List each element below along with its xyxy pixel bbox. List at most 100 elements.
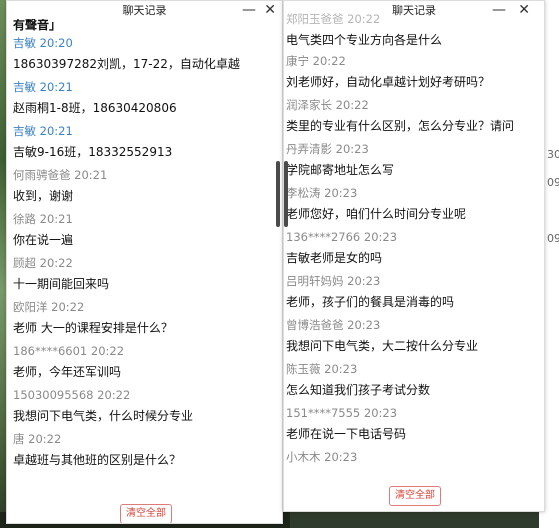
message-time: 20:22: [90, 344, 125, 358]
message-meta: 吉敏 20:21: [13, 121, 276, 141]
message-sender: 陈玉薇: [286, 362, 321, 376]
message-text: 赵雨桐1-8班，18630420806: [13, 101, 177, 115]
message-time: 20:21: [39, 212, 73, 226]
message-time: 20:22: [335, 98, 369, 112]
message-meta: 136****2766 20:23: [286, 227, 538, 247]
message-sender: 15030095568: [13, 388, 94, 402]
message-sender: 唐: [13, 432, 25, 446]
message-time: 20:23: [347, 274, 381, 288]
message-item: 丹弄清影 20:23 学院邮寄地址怎么写: [286, 139, 538, 183]
scrollbar-thumb[interactable]: [284, 161, 288, 227]
message-time: 20:22: [28, 432, 62, 446]
message-sender: 顾超: [13, 256, 36, 270]
message-time: 20:22: [51, 300, 85, 314]
window-titlebar[interactable]: 聊天记录 — ✕: [7, 1, 282, 21]
minimize-button[interactable]: —: [242, 1, 256, 19]
message-time: 20:23: [363, 406, 398, 420]
window-title: 聊天记录: [122, 4, 167, 17]
message-time: 20:22: [97, 388, 131, 402]
message-text: 电气类四个专业方向各是什么: [286, 33, 443, 47]
message-meta: 小木木 20:23: [286, 447, 538, 467]
message-text: 老师您好，咱们什么时间分专业呢: [286, 207, 467, 221]
message-item: 151****7555 20:23 老师在说一下电话号码: [286, 403, 538, 447]
message-meta: 唐 20:22: [13, 429, 276, 449]
message-time: 20:20: [39, 36, 73, 50]
message-time: 20:23: [324, 362, 358, 376]
message-time: 20:21: [74, 168, 108, 182]
message-meta: 吕明轩妈妈 20:23: [286, 271, 538, 291]
clear-all-button[interactable]: 清空全部: [120, 504, 172, 523]
message-meta: 何雨骋爸爸 20:21: [13, 165, 276, 185]
message-item: 欧阳洋 20:22 老师 大一的课程安排是什么？: [13, 297, 276, 341]
message-list: 有聲音」 吉敏 20:20 18630397282刘凯，17-22，自动化卓越 吉敏…: [13, 19, 276, 473]
chat-history-window-right: 聊天记录 — ✕ 郑阳玉爸爸 20:22 电气类四个专业方向各是什么 康宁 20…: [283, 0, 545, 512]
message-text: 刘老师好，自动化卓越计划好考研吗？: [286, 75, 491, 89]
message-meta: 润泽家长 20:22: [286, 95, 538, 115]
message-sender: 151****7555: [286, 406, 361, 420]
message-item: 吉敏 20:21 吉敏9-16班，18332552913: [13, 121, 276, 165]
message-item: 小木木 20:23: [286, 447, 538, 491]
message-item: 康宁 20:22 刘老师好，自动化卓越计划好考研吗？: [286, 51, 538, 95]
message-item: 陈玉薇 20:23 怎么知道我们孩子考试分数: [286, 359, 538, 403]
message-text: 你在说一遍: [13, 233, 74, 247]
message-text: 类里的专业有什么区别，怎么分专业？请问: [286, 119, 515, 133]
message-item: 润泽家长 20:22 类里的专业有什么区别，怎么分专业？请问: [286, 95, 538, 139]
clear-all-button[interactable]: 清空全部: [389, 486, 441, 506]
message-text: 收到，谢谢: [13, 189, 74, 203]
message-item: 136****2766 20:23 吉敏老师是女的吗: [286, 227, 538, 271]
message-item: 186****6601 20:22 老师，今年还军训吗: [13, 341, 276, 385]
message-meta: 151****7555 20:23: [286, 403, 538, 423]
message-meta: 曾博浩爸爸 20:23: [286, 315, 538, 335]
message-text: 老师 大一的课程安排是什么？: [13, 321, 173, 335]
message-item: 唐 20:22 卓越班与其他班的区别是什么？: [13, 429, 276, 473]
message-meta: 欧阳洋 20:22: [13, 297, 276, 317]
message-item: 吉敏 20:20 18630397282刘凯，17-22，自动化卓越: [13, 33, 276, 77]
message-item: 15030095568 20:22 我想问下电气类，什么时候分专业: [13, 385, 276, 429]
message-sender: 吕明轩妈妈: [286, 274, 344, 288]
message-text: 十一期间能回来吗: [13, 277, 110, 291]
message-meta-partial: 郑阳玉爸爸 20:22: [286, 12, 381, 26]
message-text: 怎么知道我们孩子考试分数: [286, 383, 431, 397]
message-item: 何雨骋爸爸 20:21 收到，谢谢: [13, 165, 276, 209]
message-sender: 吉敏: [13, 36, 36, 50]
message-text-partial: 有聲音」: [13, 19, 62, 32]
message-text: 吉敏老师是女的吗: [286, 251, 383, 265]
message-list: 郑阳玉爸爸 20:22 电气类四个专业方向各是什么 康宁 20:22 刘老师好，自…: [286, 9, 538, 491]
message-text: 18630397282刘凯，17-22，自动化卓越: [13, 57, 240, 71]
message-sender: 康宁: [286, 54, 309, 68]
message-meta: 李松涛 20:23: [286, 183, 538, 203]
message-text: 我想问下电气类，什么时候分专业: [13, 409, 194, 423]
message-item: 吉敏 20:21 赵雨桐1-8班，18630420806: [13, 77, 276, 121]
message-sender: 136****2766: [286, 230, 361, 244]
background-edge-text: 30: [547, 148, 559, 161]
message-sender: 欧阳洋: [13, 300, 48, 314]
message-text: 老师，孩子们的餐具是消毒的吗: [286, 295, 455, 309]
message-meta: 顾超 20:22: [13, 253, 276, 273]
message-text: 老师在说一下电话号码: [286, 427, 407, 441]
message-time: 20:23: [324, 186, 358, 200]
message-sender: 润泽家长: [286, 98, 332, 112]
message-item: 曾博浩爸爸 20:23 我想问下电气类，大二按什么分专业: [286, 315, 538, 359]
message-sender: 吉敏: [13, 124, 36, 138]
message-time: 20:23: [335, 142, 369, 156]
message-meta: 丹弄清影 20:23: [286, 139, 538, 159]
close-button[interactable]: ✕: [264, 1, 276, 19]
background-edge-text: 09: [547, 232, 559, 245]
message-sender: 徐路: [13, 212, 36, 226]
message-sender: 何雨骋爸爸: [13, 168, 71, 182]
message-sender: 李松涛: [286, 186, 321, 200]
chat-history-window-left: 聊天记录 — ✕ 有聲音」 吉敏 20:20 18630397282刘凯，17-2…: [6, 0, 283, 524]
message-item: 吕明轩妈妈 20:23 老师，孩子们的餐具是消毒的吗: [286, 271, 538, 315]
message-meta: 吉敏 20:21: [13, 77, 276, 97]
message-text: 卓越班与其他班的区别是什么？: [13, 453, 182, 467]
message-meta: 陈玉薇 20:23: [286, 359, 538, 379]
message-meta: 186****6601 20:22: [13, 341, 276, 361]
message-meta: 康宁 20:22: [286, 51, 538, 71]
message-time: 20:23: [363, 230, 398, 244]
message-item: 顾超 20:22 十一期间能回来吗: [13, 253, 276, 297]
message-time: 20:23: [324, 450, 358, 464]
background-edge-text: 09: [547, 176, 559, 189]
scrollbar-thumb[interactable]: [276, 161, 280, 227]
message-time: 20:23: [347, 318, 381, 332]
message-text: 我想问下电气类，大二按什么分专业: [286, 339, 479, 353]
